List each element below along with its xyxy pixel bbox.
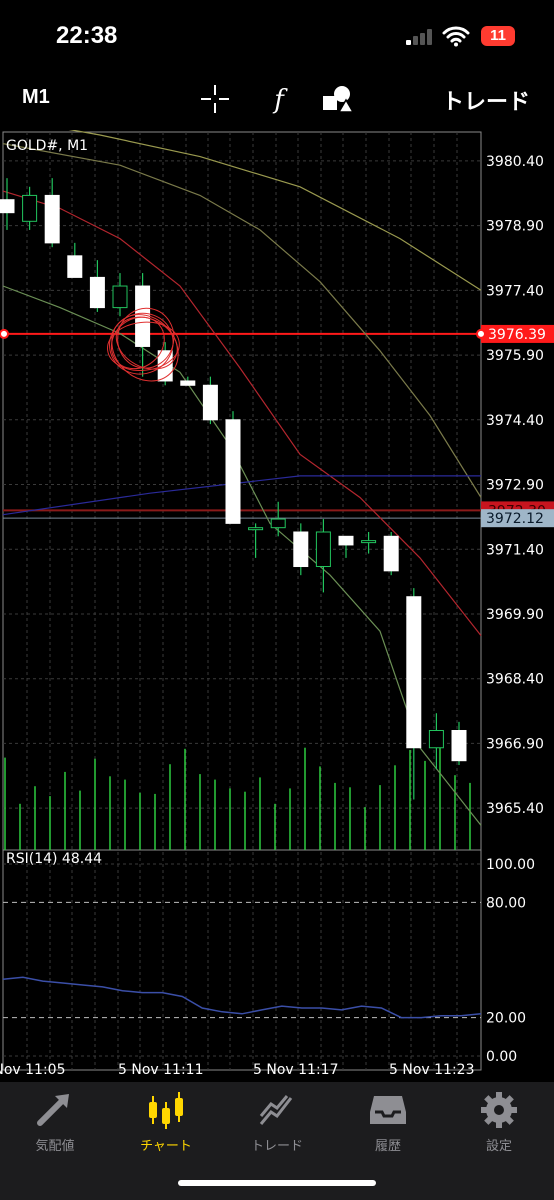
rsi-line: [2, 976, 482, 1019]
red-circle-annotation: [107, 307, 180, 382]
candle-body: [315, 531, 331, 568]
price-tick-label: 3969.90: [486, 607, 544, 623]
nav-chart[interactable]: チャート: [111, 1090, 221, 1160]
rsi-tick-label: 80.00: [486, 895, 526, 911]
price-tick-label: 3971.40: [486, 542, 544, 558]
candle-body: [202, 384, 218, 421]
wifi-icon: [442, 26, 470, 47]
price-tick-label: 3972.90: [486, 478, 544, 494]
nav-chart-label: チャート: [140, 1139, 192, 1154]
timeframe-button[interactable]: M1: [22, 86, 50, 109]
price-tick-label: 3974.40: [486, 413, 544, 429]
candle-body: [112, 285, 128, 309]
history-inbox-icon: [370, 1096, 406, 1124]
price-chart[interactable]: 3980.40 3978.90 3977.40 3975.90 3974.40 3972.…: [0, 117, 554, 1080]
settings-gear-icon: [481, 1092, 517, 1128]
time-tick-label: 5 Nov 11:17: [253, 1062, 338, 1078]
price-tick-label: 3978.90: [486, 219, 544, 235]
rsi-tick-label: 0.00: [486, 1049, 517, 1065]
candle-body: [44, 194, 60, 244]
rsi-tick-label: 20.00: [486, 1011, 526, 1027]
rsi-label: RSI(14) 48.44: [6, 851, 102, 867]
candle-body: [293, 531, 309, 568]
nav-trade-label: トレード: [250, 1139, 303, 1154]
indicator-f-icon[interactable]: f: [262, 82, 296, 116]
candle-body: [22, 194, 38, 222]
candle-body: [225, 419, 241, 524]
candle-body: [338, 535, 354, 546]
time-tick-label: 5 Nov 11:23: [389, 1062, 474, 1078]
price-tick-label: 3966.90: [486, 736, 544, 752]
candle-body: [248, 527, 264, 531]
annotation-stroke: [111, 314, 179, 382]
trade-button[interactable]: トレード: [442, 84, 530, 116]
home-indicator: [178, 1180, 376, 1186]
time-tick-label: 5 Nov 11:11: [118, 1062, 203, 1078]
rsi-tick-label: 100.00: [486, 857, 535, 873]
candle-body: [406, 596, 422, 749]
quotes-icon: [37, 1094, 69, 1126]
axes: 3980.40 3978.90 3977.40 3975.90 3974.40 3972.…: [0, 154, 554, 1078]
nav-settings[interactable]: 設定: [444, 1090, 554, 1160]
time-tick-label: 5 Nov 11:05: [0, 1062, 65, 1078]
trade-icon: [259, 1095, 293, 1125]
candle-body: [0, 199, 15, 214]
candle-body: [270, 518, 286, 529]
chart-grid: [0, 131, 554, 1071]
price-tick-label: 3977.40: [486, 283, 544, 299]
price-tick-label: 3968.40: [486, 672, 544, 688]
crosshair-icon[interactable]: [198, 82, 232, 116]
symbol-label: GOLD#, M1: [6, 138, 88, 154]
hline-price-label: 3976.39: [488, 327, 546, 343]
objects-icon[interactable]: [320, 82, 354, 116]
chart-candles-icon: [149, 1092, 183, 1129]
candle-body: [135, 285, 151, 347]
ma-slow2-line: [2, 143, 482, 498]
hline-right-handle: [476, 328, 486, 339]
battery-indicator: 11: [481, 26, 515, 46]
nav-quotes-label: 気配値: [35, 1139, 75, 1154]
nav-settings-label: 設定: [485, 1139, 512, 1154]
price-tick-label: 3965.40: [486, 801, 544, 817]
hline-left-handle: [0, 328, 9, 339]
status-bar: 22:38 11: [0, 0, 554, 70]
candle-body: [428, 729, 444, 749]
nav-history-label: 履歴: [374, 1139, 401, 1154]
chart-area[interactable]: 3980.40 3978.90 3977.40 3975.90 3974.40 3972.…: [0, 117, 554, 1080]
price-tick-label: 3975.90: [486, 348, 544, 364]
price-tick-label: 3980.40: [486, 154, 544, 170]
volume-bars: [4, 747, 471, 850]
status-time: 22:38: [56, 22, 118, 49]
candles: [0, 178, 467, 800]
chart-toolbar: M1 f トレード: [0, 72, 554, 124]
candle-body: [383, 535, 399, 572]
candle-body: [361, 540, 377, 544]
nav-history[interactable]: 履歴: [333, 1090, 443, 1160]
candle-body: [67, 255, 83, 278]
candle-body: [180, 380, 196, 386]
ma-blue-line: [2, 475, 481, 516]
svg-text:f: f: [272, 85, 288, 115]
candle-body: [451, 729, 467, 762]
nav-quotes[interactable]: 気配値: [0, 1090, 110, 1160]
bid-price-label: 3972.12: [486, 511, 544, 527]
candle-body: [89, 276, 105, 309]
cellular-signal-icon: [406, 29, 432, 45]
nav-trade[interactable]: トレード: [222, 1090, 332, 1160]
